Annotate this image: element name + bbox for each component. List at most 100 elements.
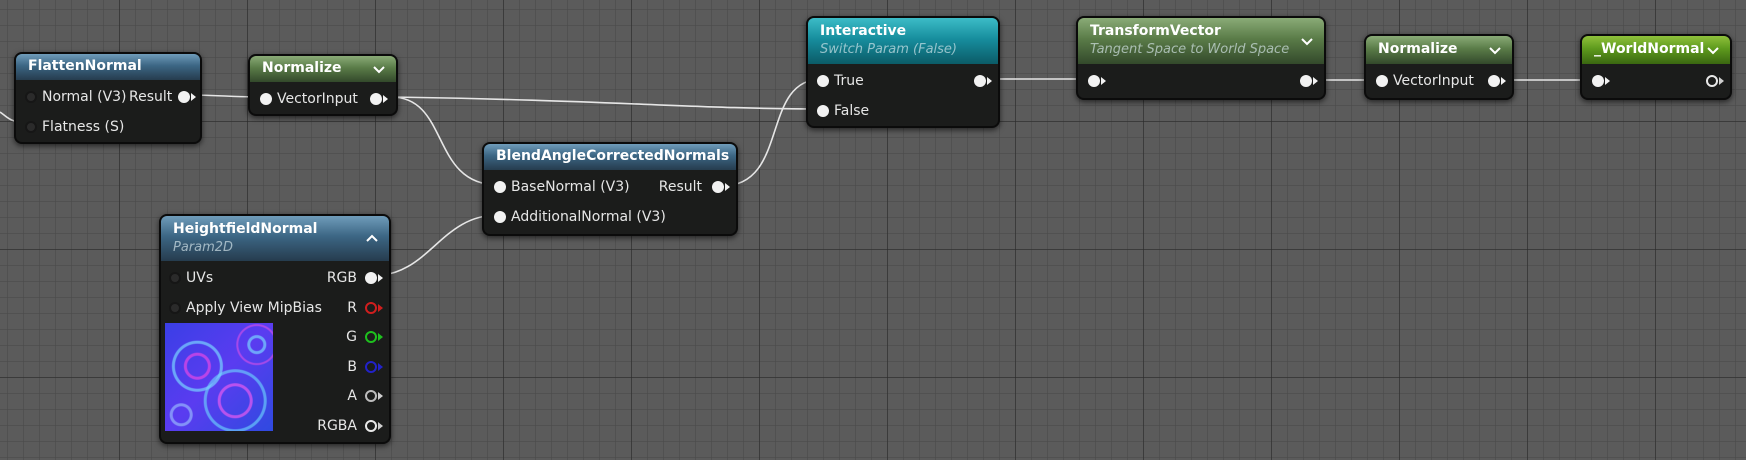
- pin-label: False: [834, 103, 870, 119]
- pin-disconnected-icon[interactable]: [365, 420, 377, 432]
- transform-vector-node[interactable]: TransformVector Tangent Space to World S…: [1076, 16, 1326, 100]
- pin-connected-icon[interactable]: [712, 181, 724, 193]
- output-pin-r[interactable]: R: [347, 298, 383, 318]
- pin-arrow-icon: [378, 333, 383, 341]
- pin-label: UVs: [186, 270, 214, 286]
- pin-arrow-icon: [1605, 77, 1610, 85]
- node-title: TransformVector: [1090, 23, 1221, 39]
- pin-connected-icon[interactable]: [817, 75, 829, 87]
- node-title: Interactive: [820, 23, 907, 39]
- pin-connected-icon[interactable]: [1300, 75, 1312, 87]
- interactive-switch-node[interactable]: Interactive Switch Param (False) True Fa…: [806, 16, 1000, 128]
- node-title: HeightfieldNormal: [173, 221, 318, 237]
- normalize-node-2[interactable]: Normalize VectorInput: [1364, 34, 1514, 100]
- node-title: FlattenNormal: [28, 58, 142, 74]
- pin-connected-icon[interactable]: [370, 93, 382, 105]
- pin-arrow-icon: [1501, 77, 1506, 85]
- output-pin[interactable]: [974, 71, 992, 91]
- node-header: HeightfieldNormal Param2D: [161, 216, 389, 261]
- pin-arrow-icon: [378, 392, 383, 400]
- pin-connected-icon[interactable]: [260, 93, 272, 105]
- pin-arrow-icon: [1719, 77, 1724, 85]
- flatten-normal-node[interactable]: FlattenNormal Normal (V3) Flatness (S) R…: [14, 52, 202, 144]
- pin-label: True: [834, 73, 864, 89]
- pin-connected-icon[interactable]: [1376, 75, 1388, 87]
- pin-arrow-icon: [191, 93, 197, 101]
- pin-label: Normal (V3): [42, 89, 127, 105]
- input-pin-basenormal[interactable]: BaseNormal (V3): [494, 177, 630, 197]
- output-pin-result[interactable]: Result: [129, 87, 197, 107]
- pin-disconnected-icon[interactable]: [365, 302, 377, 314]
- blend-angle-corrected-normals-node[interactable]: BlendAngleCorrectedNormals BaseNormal (V…: [482, 142, 738, 236]
- pin-disconnected-icon[interactable]: [365, 390, 377, 402]
- input-pin-additionalnormal[interactable]: AdditionalNormal (V3): [494, 207, 666, 227]
- wire-normalize-to-interactive-false: [390, 96, 823, 110]
- input-pin-true[interactable]: True: [817, 71, 864, 91]
- pin-disconnected-icon[interactable]: [169, 302, 181, 314]
- pin-arrow-icon: [1313, 77, 1318, 85]
- node-header: Normalize: [1366, 36, 1512, 64]
- pin-arrow-icon: [725, 183, 730, 191]
- pin-connected-icon[interactable]: [494, 211, 506, 223]
- pin-arrow-icon: [378, 363, 383, 371]
- pin-disconnected-icon[interactable]: [25, 91, 37, 103]
- output-pin[interactable]: [370, 89, 388, 109]
- output-pin[interactable]: [1488, 71, 1506, 91]
- pin-label: BaseNormal (V3): [511, 179, 630, 195]
- node-subtitle: Param2D: [173, 240, 234, 255]
- normalize-node-1[interactable]: Normalize VectorInput: [248, 54, 398, 116]
- output-pin-rgba[interactable]: RGBA: [317, 416, 383, 436]
- pin-connected-icon[interactable]: [817, 105, 829, 117]
- output-pin-b[interactable]: B: [347, 357, 383, 377]
- output-pin-a[interactable]: A: [347, 386, 383, 406]
- pin-label: VectorInput: [1393, 73, 1474, 89]
- pin-connected-icon[interactable]: [1488, 75, 1500, 87]
- output-pin-result[interactable]: Result: [659, 177, 730, 197]
- heightfield-normal-node[interactable]: HeightfieldNormal Param2D UVs Apply View…: [159, 214, 391, 444]
- input-pin[interactable]: [1592, 71, 1610, 91]
- chevron-up-icon[interactable]: [365, 232, 379, 246]
- pin-label: VectorInput: [277, 91, 358, 107]
- output-pin-g[interactable]: G: [346, 327, 383, 347]
- input-pin-false[interactable]: False: [817, 101, 869, 121]
- input-pin-uvs[interactable]: UVs: [169, 268, 213, 288]
- pin-disconnected-icon[interactable]: [1706, 75, 1718, 87]
- pin-connected-icon[interactable]: [178, 91, 191, 103]
- input-pin-normal[interactable]: Normal (V3): [25, 87, 127, 107]
- input-pin-vectorinput[interactable]: VectorInput: [1376, 71, 1474, 91]
- output-pin[interactable]: [1706, 71, 1724, 91]
- pin-label: RGB: [326, 270, 357, 286]
- chevron-down-icon[interactable]: [372, 62, 386, 76]
- pin-connected-icon[interactable]: [974, 75, 986, 87]
- pin-label: Result: [658, 179, 702, 195]
- node-subtitle: Switch Param (False): [820, 42, 957, 57]
- pin-disconnected-icon[interactable]: [169, 272, 181, 284]
- input-pin[interactable]: [1088, 71, 1106, 91]
- output-pin-rgb[interactable]: RGB: [327, 268, 383, 288]
- world-normal-output-node[interactable]: _WorldNormal: [1580, 34, 1732, 100]
- input-pin-flatness[interactable]: Flatness (S): [25, 117, 124, 137]
- pin-label: Result: [129, 89, 173, 105]
- chevron-down-icon[interactable]: [1300, 34, 1314, 48]
- output-pin[interactable]: [1300, 71, 1318, 91]
- node-title: Normalize: [262, 60, 342, 76]
- chevron-down-icon[interactable]: [1488, 43, 1502, 57]
- pin-connected-icon[interactable]: [365, 272, 377, 284]
- pin-label: R: [347, 300, 357, 316]
- node-title: BlendAngleCorrectedNormals: [496, 148, 730, 164]
- pin-arrow-icon: [383, 95, 388, 103]
- pin-label: RGBA: [317, 418, 357, 434]
- chevron-down-icon[interactable]: [1706, 43, 1720, 57]
- node-title: _WorldNormal: [1594, 41, 1705, 57]
- pin-connected-icon[interactable]: [494, 181, 506, 193]
- node-subtitle: Tangent Space to World Space: [1090, 42, 1290, 57]
- texture-thumbnail: [165, 323, 273, 431]
- node-header: BlendAngleCorrectedNormals: [484, 144, 736, 170]
- input-pin-vectorinput[interactable]: VectorInput: [260, 89, 358, 109]
- pin-connected-icon[interactable]: [1592, 75, 1604, 87]
- pin-disconnected-icon[interactable]: [25, 121, 37, 133]
- input-pin-apply-view-mipbias[interactable]: Apply View MipBias: [169, 298, 322, 318]
- pin-connected-icon[interactable]: [1088, 75, 1100, 87]
- pin-disconnected-icon[interactable]: [365, 361, 377, 373]
- pin-disconnected-icon[interactable]: [365, 331, 377, 343]
